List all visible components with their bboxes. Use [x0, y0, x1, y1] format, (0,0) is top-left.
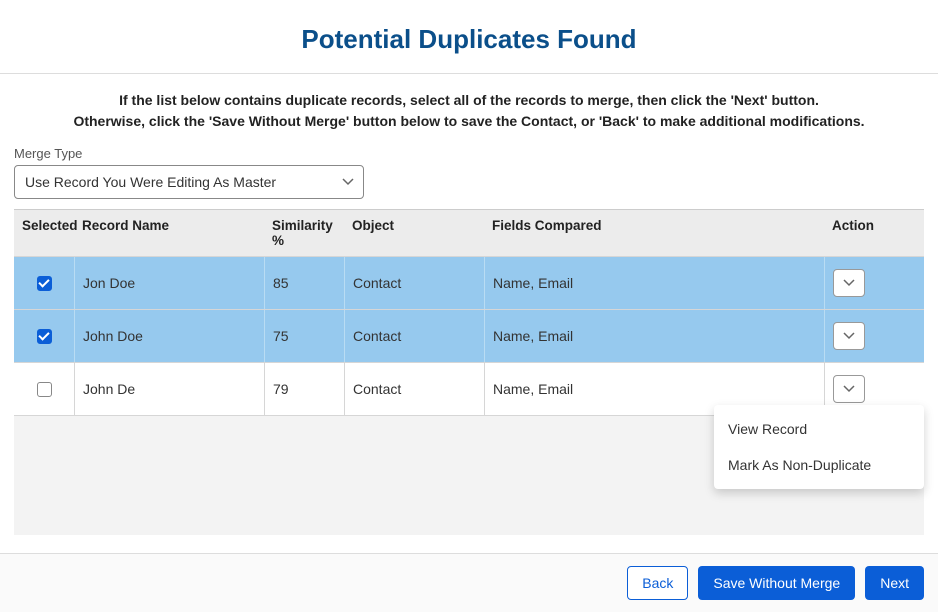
row-select-checkbox[interactable] — [37, 276, 52, 291]
save-without-merge-button[interactable]: Save Without Merge — [698, 566, 855, 600]
cell-fields-compared: Name, Email — [484, 257, 824, 309]
table-row: John Doe75ContactName, Email — [14, 309, 924, 362]
col-similarity: Similarity % — [264, 210, 344, 256]
duplicates-grid: Selected Record Name Similarity % Object… — [14, 209, 924, 535]
cell-object: Contact — [344, 257, 484, 309]
instructions-line-2: Otherwise, click the 'Save Without Merge… — [30, 111, 908, 132]
chevron-down-icon — [843, 279, 855, 287]
cell-fields-compared: Name, Email — [484, 310, 824, 362]
instructions-line-1: If the list below contains duplicate rec… — [30, 90, 908, 111]
cell-similarity: 75 — [264, 310, 344, 362]
merge-type-select[interactable]: Use Record You Were Editing As Master — [14, 165, 364, 199]
cell-similarity: 85 — [264, 257, 344, 309]
cell-record-name: John Doe — [74, 310, 264, 362]
table-row: Jon Doe85ContactName, Email — [14, 256, 924, 309]
menu-view-record[interactable]: View Record — [714, 411, 924, 447]
menu-mark-non-duplicate[interactable]: Mark As Non-Duplicate — [714, 447, 924, 483]
cell-similarity: 79 — [264, 363, 344, 415]
chevron-down-icon — [843, 385, 855, 393]
col-fields-compared: Fields Compared — [484, 210, 824, 256]
row-action-button[interactable] — [833, 269, 865, 297]
col-object: Object — [344, 210, 484, 256]
page-title: Potential Duplicates Found — [0, 0, 938, 73]
back-button[interactable]: Back — [627, 566, 688, 600]
chevron-down-icon — [843, 332, 855, 340]
cell-object: Contact — [344, 363, 484, 415]
row-action-button[interactable] — [833, 322, 865, 350]
grid-header-row: Selected Record Name Similarity % Object… — [14, 210, 924, 256]
cell-record-name: John De — [74, 363, 264, 415]
next-button[interactable]: Next — [865, 566, 924, 600]
col-selected: Selected — [14, 210, 74, 256]
cell-object: Contact — [344, 310, 484, 362]
row-select-checkbox[interactable] — [37, 382, 52, 397]
row-action-menu: View RecordMark As Non-Duplicate — [714, 405, 924, 489]
merge-type-value: Use Record You Were Editing As Master — [25, 174, 276, 190]
footer-bar: Back Save Without Merge Next — [0, 553, 938, 612]
row-select-checkbox[interactable] — [37, 329, 52, 344]
col-action: Action — [824, 210, 924, 256]
cell-record-name: Jon Doe — [74, 257, 264, 309]
row-action-button[interactable] — [833, 375, 865, 403]
col-record-name: Record Name — [74, 210, 264, 256]
table-row: John De79ContactName, EmailView RecordMa… — [14, 362, 924, 415]
instructions: If the list below contains duplicate rec… — [0, 74, 938, 136]
merge-type-label: Merge Type — [14, 146, 924, 161]
